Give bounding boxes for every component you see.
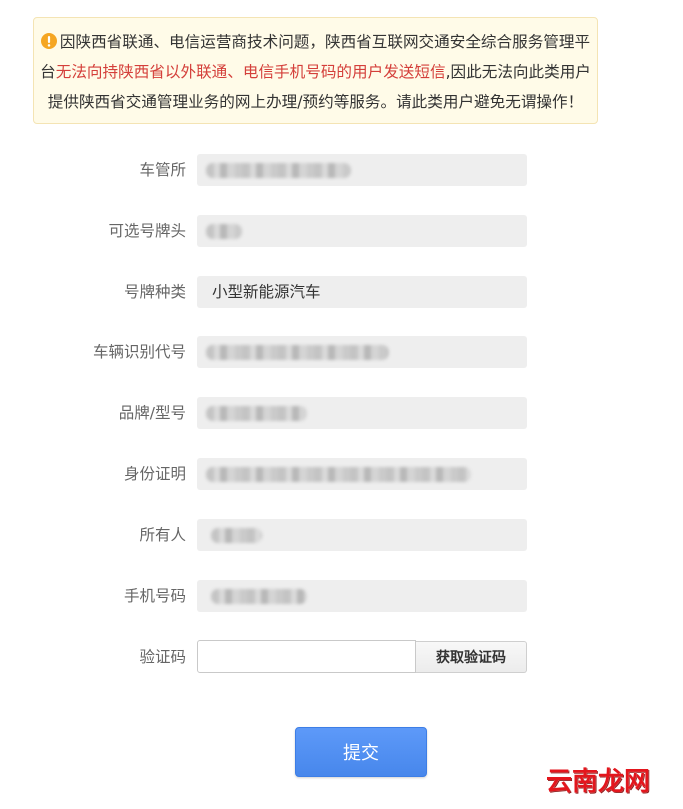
notice-line-3: 提供陕西省交通管理业务的网上办理/预约等服务。请此类用户避免无谓操作！ <box>34 87 597 117</box>
vehicle-office-label: 车管所 <box>139 161 186 179</box>
notice-text: ,因此无法向此类用户 <box>445 63 591 81</box>
notice-line-1: 因陕西省联通、电信运营商技术问题，陕西省互联网交通安全综合服务管理平 <box>34 27 597 57</box>
plate-prefix-field <box>197 214 527 247</box>
form-row-id-document: 身份证明 <box>0 457 683 490</box>
redacted-value <box>206 466 471 482</box>
vin-field <box>197 336 527 369</box>
captcha-input[interactable] <box>197 640 416 674</box>
sms-notice-banner: 因陕西省联通、电信运营商技术问题，陕西省互联网交通安全综合服务管理平 台无法向持… <box>33 17 598 124</box>
get-captcha-button[interactable]: 获取验证码 <box>416 640 527 673</box>
brand-model-field <box>197 397 527 430</box>
redacted-value <box>211 527 262 543</box>
form-row-owner: 所有人 <box>0 518 683 551</box>
notice-text: 因陕西省联通、电信运营商技术问题，陕西省互联网交通安全综合服务管理平 <box>59 33 591 51</box>
notice-highlight-text: 无法向持陕西省以外联通、电信手机号码的用户发送短信 <box>55 63 446 81</box>
owner-label: 所有人 <box>139 525 186 544</box>
redacted-value <box>206 406 307 422</box>
notice-line-2: 台无法向持陕西省以外联通、电信手机号码的用户发送短信,因此无法向此类用户 <box>34 57 597 87</box>
owner-field <box>197 518 527 551</box>
id-document-label: 身份证明 <box>123 464 186 483</box>
vehicle-office-field <box>197 154 527 186</box>
redacted-value <box>206 163 351 178</box>
redacted-value <box>206 345 389 361</box>
form-row-captcha: 验证码 获取验证码 <box>0 640 683 674</box>
vin-label: 车辆识别代号 <box>92 343 186 362</box>
phone-number-label: 手机号码 <box>123 586 186 605</box>
warning-icon <box>40 33 57 49</box>
form-row-phone-number: 手机号码 <box>0 579 683 612</box>
brand-model-label: 品牌/型号 <box>118 404 186 423</box>
notice-text: 台 <box>40 63 56 81</box>
vehicle-registration-form: 车管所 可选号牌头 号牌种类 小型新能源汽车 车辆识别代号 品牌/型号 身份证明 <box>0 154 683 702</box>
redacted-value <box>211 588 307 604</box>
form-row-vin: 车辆识别代号 <box>0 336 683 369</box>
plate-type-label: 号牌种类 <box>123 282 186 301</box>
phone-number-field <box>197 579 527 612</box>
plate-prefix-label: 可选号牌头 <box>108 221 186 240</box>
form-row-vehicle-office: 车管所 <box>0 154 683 186</box>
captcha-label: 验证码 <box>139 647 186 666</box>
notice-text: 提供陕西省交通管理业务的网上办理/预约等服务。请此类用户避免无谓操作！ <box>47 93 584 111</box>
redacted-value <box>206 223 242 239</box>
plate-type-value: 小型新能源汽车 <box>212 282 321 301</box>
plate-type-field: 小型新能源汽车 <box>197 275 527 308</box>
form-row-plate-type: 号牌种类 小型新能源汽车 <box>0 275 683 308</box>
id-document-field <box>197 457 527 490</box>
watermark-logo: 云南龙网 <box>546 767 651 797</box>
submit-button[interactable]: 提交 <box>295 727 427 777</box>
form-row-brand-model: 品牌/型号 <box>0 397 683 430</box>
form-row-plate-prefix: 可选号牌头 <box>0 214 683 247</box>
